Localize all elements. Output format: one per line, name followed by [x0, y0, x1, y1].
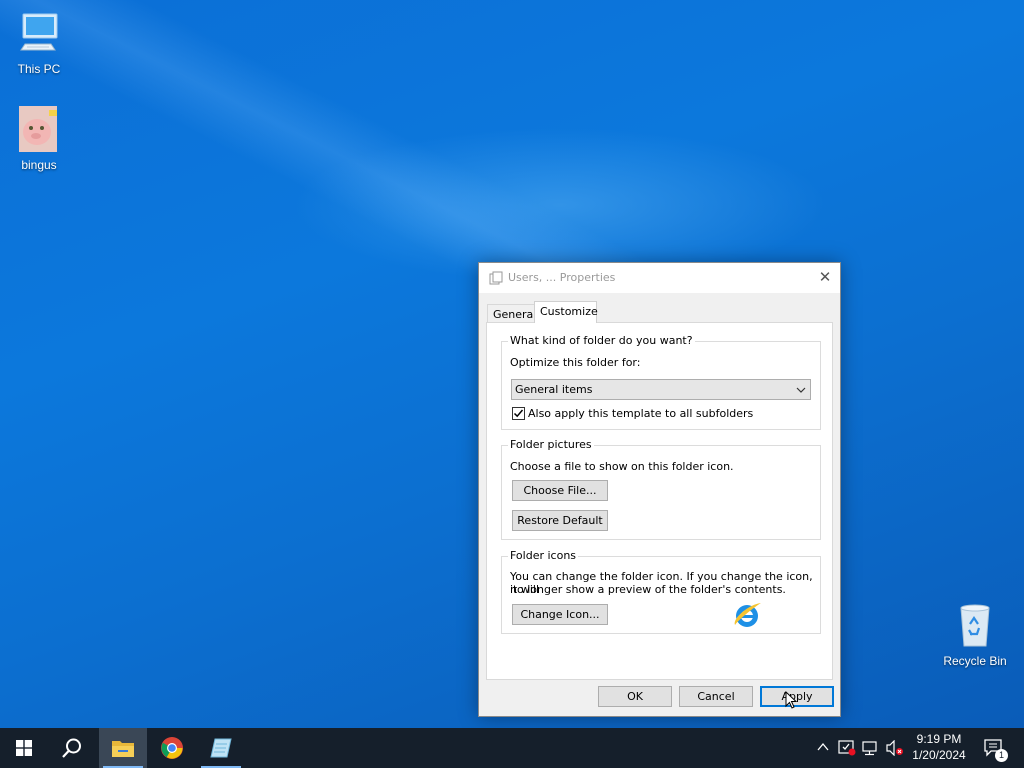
folder-pictures-group: Folder pictures Choose a file to show on…	[501, 438, 821, 540]
volume-muted-icon	[886, 740, 903, 756]
mouse-cursor-icon	[785, 690, 798, 712]
taskbar: 9:19 PM 1/20/2024 1	[0, 728, 1024, 768]
apply-subfolders-label[interactable]: Also apply this template to all subfolde…	[528, 407, 753, 420]
taskbar-clock[interactable]: 9:19 PM 1/20/2024	[905, 731, 973, 763]
recycle-bin-icon	[951, 602, 999, 650]
icons-description-line2: no longer show a preview of the folder's…	[510, 583, 786, 596]
taskbar-chrome[interactable]	[148, 728, 196, 768]
monitor-icon	[15, 10, 63, 58]
action-center-button[interactable]: 1	[978, 728, 1010, 768]
tray-overflow[interactable]	[814, 728, 832, 768]
cancel-button[interactable]: Cancel	[679, 686, 753, 707]
desktop: This PC bingus Recycle Bin Users, ... Pr…	[0, 0, 1024, 728]
customize-panel: What kind of folder do you want? Optimiz…	[486, 322, 833, 680]
button-label: Restore Default	[517, 514, 603, 527]
button-label: Cancel	[697, 690, 735, 703]
tab-label: General	[493, 308, 537, 321]
search-icon	[62, 738, 81, 758]
security-alert-icon	[838, 740, 856, 756]
tab-customize[interactable]: Customize	[534, 301, 598, 323]
folder-icon	[112, 741, 134, 757]
desktop-icon-recycle-bin[interactable]: Recycle Bin	[937, 602, 1013, 668]
button-label: OK	[627, 690, 643, 703]
taskbar-app[interactable]	[197, 728, 245, 768]
dialog-titlebar[interactable]: Users, ... Properties ✕	[479, 263, 840, 293]
clock-date: 1/20/2024	[912, 748, 966, 762]
apply-button[interactable]: Apply	[760, 686, 834, 707]
optimize-select[interactable]: General items	[511, 379, 811, 400]
pictures-description: Choose a file to show on this folder ico…	[510, 460, 734, 473]
desktop-icon-bingus[interactable]: bingus	[1, 106, 77, 172]
apply-subfolders-checkbox[interactable]	[512, 407, 525, 420]
group-legend: Folder icons	[508, 549, 579, 562]
chevron-up-icon	[817, 742, 829, 751]
tray-security[interactable]	[836, 728, 856, 768]
folder-icons-group: Folder icons You can change the folder i…	[501, 549, 821, 634]
tray-network[interactable]	[860, 728, 880, 768]
ok-button[interactable]: OK	[598, 686, 672, 707]
tab-general[interactable]: General	[487, 304, 537, 323]
internet-explorer-icon	[732, 600, 764, 633]
properties-dialog: Users, ... Properties ✕ General Customiz…	[478, 262, 841, 717]
taskbar-file-explorer[interactable]	[99, 728, 147, 768]
desktop-icon-label: Recycle Bin	[943, 654, 1007, 668]
notification-count-badge: 1	[995, 749, 1008, 762]
desktop-icon-label: This PC	[17, 62, 61, 76]
chrome-icon	[161, 737, 183, 759]
windows-logo-icon	[16, 740, 32, 756]
clock-time: 9:19 PM	[916, 732, 962, 746]
change-icon-button[interactable]: Change Icon...	[512, 604, 608, 625]
chevron-down-icon	[796, 385, 806, 395]
tray-volume[interactable]	[884, 728, 904, 768]
group-legend: Folder pictures	[508, 438, 594, 451]
image-file-icon	[15, 106, 63, 154]
button-label: Change Icon...	[520, 608, 600, 621]
search-button[interactable]	[48, 728, 96, 768]
desktop-icon-label: bingus	[21, 158, 57, 172]
notepad-icon	[210, 738, 232, 758]
checkmark-icon	[513, 409, 524, 418]
folder-properties-icon	[489, 271, 503, 285]
tab-label: Customize	[540, 305, 598, 318]
button-label: Choose File...	[523, 484, 597, 497]
close-button[interactable]: ✕	[810, 263, 840, 293]
close-icon: ✕	[818, 268, 832, 286]
folder-kind-group: What kind of folder do you want? Optimiz…	[501, 334, 821, 430]
start-button[interactable]	[0, 728, 48, 768]
desktop-icon-this-pc[interactable]: This PC	[1, 10, 77, 76]
dialog-title: Users, ... Properties	[508, 271, 616, 284]
network-icon	[862, 741, 877, 756]
optimize-label: Optimize this folder for:	[510, 356, 641, 369]
group-legend: What kind of folder do you want?	[508, 334, 695, 347]
restore-default-button[interactable]: Restore Default	[512, 510, 608, 531]
optimize-select-value: General items	[515, 383, 593, 396]
choose-file-button[interactable]: Choose File...	[512, 480, 608, 501]
